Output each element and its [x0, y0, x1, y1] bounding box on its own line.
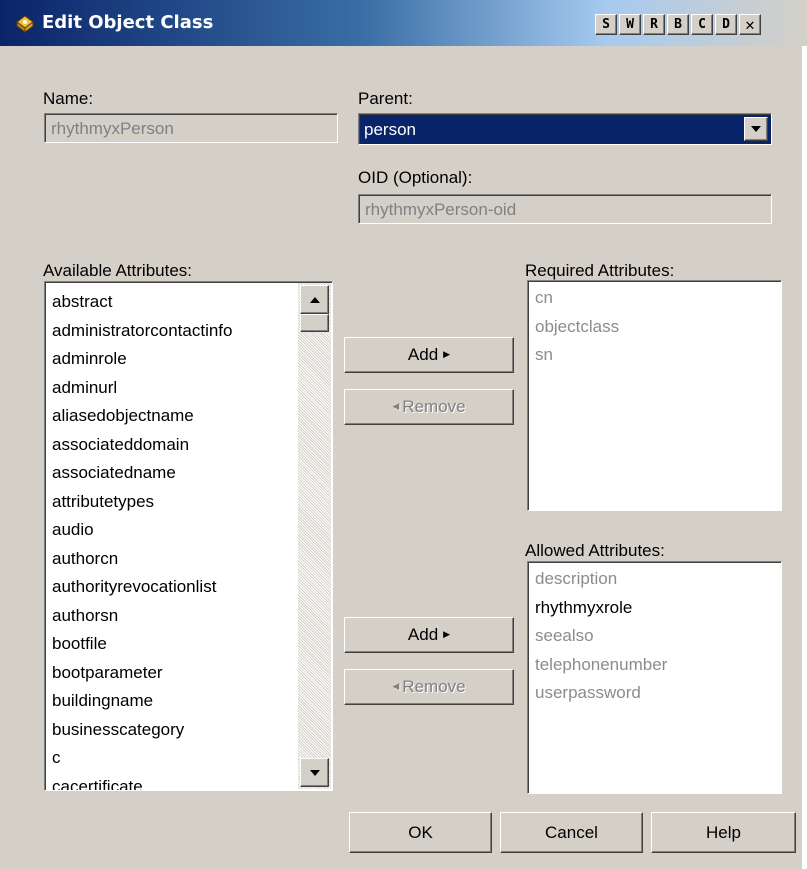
edit-object-class-dialog: Edit Object Class S W R B C D ✕ Name: rh… [0, 0, 807, 869]
remove-required-button[interactable]: ◀ Remove [344, 389, 514, 425]
scroll-up-icon[interactable] [300, 285, 329, 314]
available-list-scrollbar[interactable] [298, 283, 331, 789]
list-item[interactable]: buildingname [45, 687, 332, 716]
list-item-highlighted[interactable]: rhythmyxrole [528, 594, 781, 623]
parent-select[interactable]: person [358, 113, 772, 145]
scroll-down-icon[interactable] [300, 758, 329, 787]
available-attributes-list[interactable]: abstract administratorcontactinfo adminr… [44, 281, 333, 791]
allowed-attributes-list[interactable]: description rhythmyxrole seealso telepho… [527, 561, 782, 794]
add-required-button[interactable]: Add ▶ [344, 337, 514, 373]
required-attributes-list[interactable]: cn objectclass sn [527, 280, 782, 511]
title-button-c[interactable]: C [691, 14, 713, 35]
list-item[interactable]: attributetypes [45, 488, 332, 517]
list-item[interactable]: abstract [45, 288, 332, 317]
list-item[interactable]: audio [45, 516, 332, 545]
list-item[interactable]: telephonenumber [528, 651, 781, 680]
title-button-w[interactable]: W [619, 14, 641, 35]
title-button-group: S W R B C D ✕ [595, 14, 761, 35]
title-bar[interactable]: Edit Object Class S W R B C D ✕ [0, 0, 807, 46]
parent-label: Parent: [358, 89, 413, 108]
arrow-left-icon: ◀ [392, 680, 400, 691]
ok-button[interactable]: OK [349, 812, 492, 853]
list-item[interactable]: bootfile [45, 630, 332, 659]
add-required-label: Add [407, 345, 439, 364]
list-item[interactable]: adminrole [45, 345, 332, 374]
window-edge [802, 46, 807, 869]
scroll-thumb[interactable] [300, 314, 329, 332]
add-allowed-button[interactable]: Add ▶ [344, 617, 514, 653]
add-allowed-label: Add [407, 625, 439, 644]
required-attributes-label: Required Attributes: [525, 261, 675, 280]
help-button[interactable]: Help [651, 812, 796, 853]
arrow-left-icon: ◀ [392, 400, 400, 411]
close-icon[interactable]: ✕ [739, 14, 761, 35]
title-button-d[interactable]: D [715, 14, 737, 35]
remove-required-label: Remove [402, 397, 466, 416]
remove-allowed-label: Remove [402, 677, 466, 696]
arrow-right-icon: ▶ [443, 628, 451, 639]
list-item[interactable]: administratorcontactinfo [45, 317, 332, 346]
cancel-button[interactable]: Cancel [500, 812, 643, 853]
arrow-right-icon: ▶ [443, 348, 451, 359]
title-button-r[interactable]: R [643, 14, 665, 35]
title-button-s[interactable]: S [595, 14, 617, 35]
list-item[interactable]: adminurl [45, 374, 332, 403]
list-item[interactable]: objectclass [528, 313, 781, 342]
oid-field[interactable]: rhythmyxPerson-oid [358, 194, 772, 224]
list-item[interactable]: c [45, 744, 332, 773]
remove-allowed-button[interactable]: ◀ Remove [344, 669, 514, 705]
window-title: Edit Object Class [42, 12, 214, 33]
allowed-attributes-label: Allowed Attributes: [525, 541, 665, 560]
name-label: Name: [43, 89, 94, 108]
list-item[interactable]: userpassword [528, 679, 781, 708]
list-item[interactable]: associatedname [45, 459, 332, 488]
chevron-down-icon[interactable] [744, 117, 768, 141]
list-item[interactable]: bootparameter [45, 659, 332, 688]
list-item[interactable]: sn [528, 341, 781, 370]
object-class-icon [16, 15, 34, 33]
list-item[interactable]: aliasedobjectname [45, 402, 332, 431]
list-item[interactable]: businesscategory [45, 716, 332, 745]
title-button-b[interactable]: B [667, 14, 689, 35]
name-field[interactable]: rhythmyxPerson [44, 113, 338, 143]
parent-select-value: person [364, 120, 416, 139]
oid-label: OID (Optional): [358, 168, 473, 187]
list-item[interactable]: associateddomain [45, 431, 332, 460]
list-item[interactable]: seealso [528, 622, 781, 651]
list-item[interactable]: description [528, 565, 781, 594]
list-item[interactable]: authorsn [45, 602, 332, 631]
list-item[interactable]: authorcn [45, 545, 332, 574]
list-item[interactable]: authorityrevocationlist [45, 573, 332, 602]
available-attributes-label: Available Attributes: [43, 261, 192, 280]
list-item[interactable]: cn [528, 284, 781, 313]
list-item[interactable]: cacertificate [45, 773, 332, 791]
